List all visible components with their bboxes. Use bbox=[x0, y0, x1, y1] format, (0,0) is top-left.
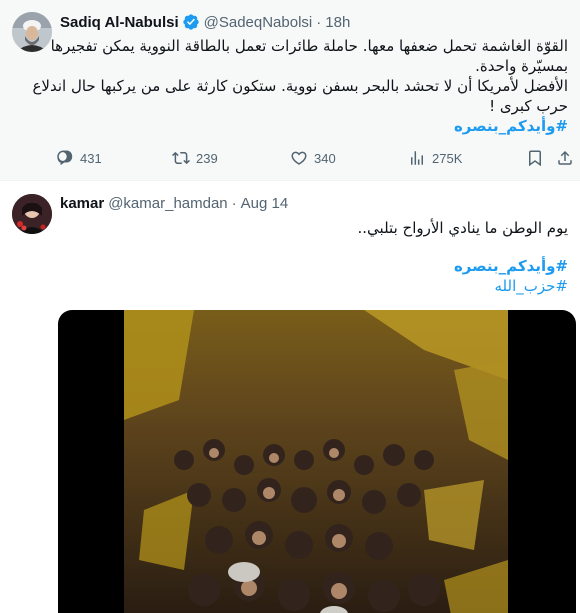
share-icon bbox=[558, 150, 572, 165]
bookmark-icon bbox=[529, 150, 541, 167]
tweet-sadiq[interactable]: Sadiq Al-Nabulsi @SadeqNabolsi · 18h الق… bbox=[0, 0, 580, 181]
author-name[interactable]: kamar bbox=[60, 195, 104, 212]
author-handle[interactable]: @kamar_hamdan bbox=[108, 195, 227, 212]
video-thumbnail[interactable] bbox=[58, 310, 576, 613]
separator-dot: · bbox=[316, 13, 322, 31]
like-count: 340 bbox=[314, 150, 336, 166]
tweet-header: kamar @kamar_hamdan · Aug 14 bbox=[60, 193, 288, 213]
hashtag-link[interactable]: #حزب_الله bbox=[60, 276, 568, 296]
author-name[interactable]: Sadiq Al-Nabulsi bbox=[60, 14, 179, 31]
hashtag-link[interactable]: #وأيدكم_بنصره bbox=[60, 256, 568, 276]
timestamp[interactable]: 18h bbox=[325, 14, 350, 31]
tweet-text: يوم الوطن ما ينادي الأرواح بتلبي.. #وأيد… bbox=[60, 218, 568, 296]
share-button[interactable] bbox=[556, 146, 574, 170]
repost-count: 239 bbox=[196, 150, 218, 166]
tweet-text: القوّة الغاشمة تحمل ضعفها معها. حاملة طا… bbox=[32, 36, 568, 136]
separator-dot: · bbox=[231, 194, 237, 212]
like-button[interactable]: 340 bbox=[290, 146, 336, 170]
author-handle[interactable]: @SadeqNabolsi bbox=[204, 14, 313, 31]
avatar-sadiq[interactable] bbox=[12, 12, 52, 52]
tweet-text-line: بمسيّرة واحدة. bbox=[475, 57, 568, 75]
repost-button[interactable]: 239 bbox=[172, 146, 218, 170]
hashtag-link[interactable]: #وأيدكم_بنصره bbox=[60, 116, 568, 136]
tweet-text-line: الأفضل لأمريكا أن لا تحشد بالبحر بسفن نو… bbox=[32, 77, 568, 95]
reply-button[interactable]: 431 bbox=[56, 146, 102, 170]
views-icon bbox=[411, 151, 423, 165]
timestamp[interactable]: Aug 14 bbox=[241, 195, 289, 212]
tweet-text-line: القوّة الغاشمة تحمل ضعفها معها. حاملة طا… bbox=[50, 37, 568, 55]
views-count: 275K bbox=[432, 150, 463, 166]
like-icon bbox=[291, 151, 307, 165]
tweet-actions: 431 239 340 275K bbox=[56, 146, 576, 170]
bookmark-button[interactable] bbox=[526, 146, 544, 170]
reply-count: 431 bbox=[80, 150, 102, 166]
crowd-image bbox=[124, 310, 508, 613]
tweet-header: Sadiq Al-Nabulsi @SadeqNabolsi · 18h bbox=[60, 12, 350, 32]
verified-badge-icon bbox=[182, 13, 200, 31]
tweet-kamar[interactable]: kamar @kamar_hamdan · Aug 14 يوم الوطن م… bbox=[0, 182, 580, 613]
tweet-text-line: يوم الوطن ما ينادي الأرواح بتلبي.. bbox=[357, 219, 568, 237]
avatar-kamar[interactable] bbox=[12, 194, 52, 234]
views-button[interactable]: 275K bbox=[408, 146, 462, 170]
repost-icon bbox=[172, 151, 190, 165]
reply-icon bbox=[57, 150, 73, 166]
tweet-text-line: حرب كبرى ! bbox=[489, 97, 568, 115]
